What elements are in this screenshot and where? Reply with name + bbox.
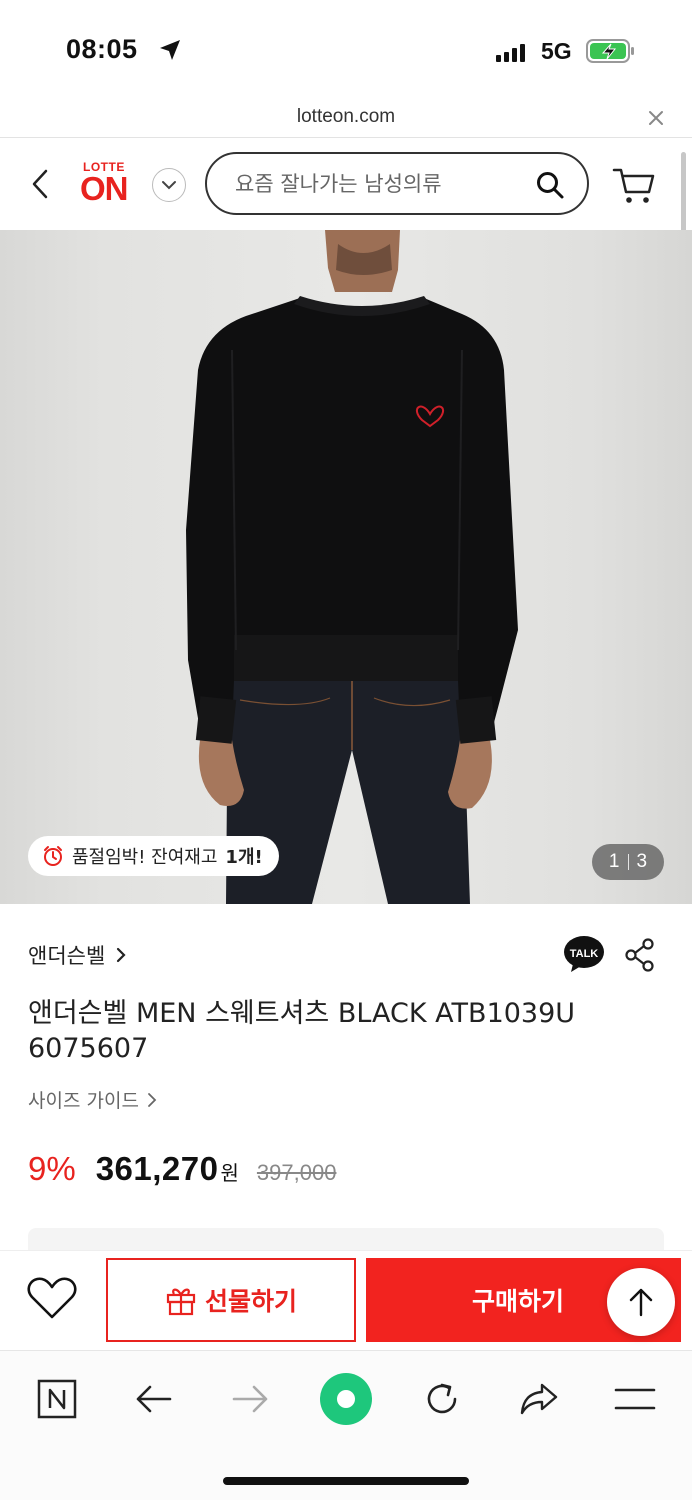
pager-separator xyxy=(627,854,629,870)
sale-price: 361,270 xyxy=(95,1150,219,1187)
browser-toolbar xyxy=(0,1350,692,1500)
discount-rate: 9% xyxy=(28,1150,76,1187)
heart-icon[interactable] xyxy=(26,1275,78,1321)
talk-label: TALK xyxy=(570,948,599,960)
arrow-up-icon xyxy=(629,1288,653,1317)
battery-charging-icon xyxy=(586,39,634,63)
pager-total: 3 xyxy=(636,851,648,872)
low-stock-text: 품절임박! 잔여재고 xyxy=(72,847,218,868)
brand-link[interactable]: 앤더슨벨 xyxy=(28,940,127,970)
size-guide-label[interactable]: 사이즈 가이드 xyxy=(28,1086,139,1113)
product-image-gallery[interactable]: 품절임박! 잔여재고 1개! 1 3 xyxy=(0,230,692,904)
chevron-down-icon xyxy=(162,181,176,190)
network-label: 5G xyxy=(541,38,572,64)
brand-name[interactable]: 앤더슨벨 xyxy=(28,940,105,970)
green-dot-icon[interactable] xyxy=(318,1371,374,1427)
image-pager: 1 3 xyxy=(592,844,664,880)
buy-button-label: 구매하기 xyxy=(472,1287,565,1316)
status-bar: 08:05 5G xyxy=(0,0,692,100)
original-price: 397,000 xyxy=(256,1160,337,1185)
arrow-right-icon[interactable] xyxy=(230,1379,270,1419)
search-input[interactable] xyxy=(235,168,525,200)
signal-icon xyxy=(496,42,525,62)
site-header: LOTTE ON xyxy=(0,138,692,230)
share-icon[interactable] xyxy=(624,938,656,972)
size-guide-link[interactable]: 사이즈 가이드 xyxy=(28,1086,157,1113)
status-time: 08:05 xyxy=(66,34,138,64)
url-text[interactable]: lotteon.com xyxy=(0,106,692,128)
cart-icon[interactable] xyxy=(612,166,656,206)
pager-current: 1 xyxy=(608,851,620,872)
chevron-right-icon xyxy=(117,947,126,963)
talk-icon: TALK xyxy=(564,936,604,972)
gift-button-label: 선물하기 xyxy=(204,1287,297,1316)
currency-unit: 원 xyxy=(220,1161,239,1185)
refresh-icon[interactable] xyxy=(422,1379,462,1419)
product-photo xyxy=(186,230,518,904)
product-title: 앤더슨벨 MEN 스웨트셔츠 BLACK ATB1039U 6075607 xyxy=(28,998,576,1064)
talk-button[interactable]: TALK xyxy=(563,934,605,974)
arrow-left-icon[interactable] xyxy=(134,1379,174,1419)
home-indicator xyxy=(223,1477,469,1485)
low-stock-count: 1개! xyxy=(225,847,263,868)
back-chevron-icon[interactable] xyxy=(28,168,52,200)
info-panel-top xyxy=(28,1228,664,1252)
gift-icon xyxy=(166,1288,196,1316)
category-dropdown-button[interactable] xyxy=(152,168,186,202)
logo-main-text: ON xyxy=(80,170,128,207)
menu-icon[interactable] xyxy=(614,1379,656,1419)
location-arrow-icon xyxy=(160,40,180,60)
purchase-action-bar: 선물하기 구매하기 xyxy=(0,1250,692,1350)
search-box[interactable] xyxy=(205,152,589,215)
gift-button[interactable]: 선물하기 xyxy=(106,1258,356,1342)
naver-n-icon[interactable] xyxy=(37,1379,77,1419)
scroll-top-button[interactable] xyxy=(607,1268,675,1336)
price-row: 9% 361,270 원 397,000 xyxy=(28,1150,336,1188)
url-bar[interactable]: lotteon.com xyxy=(0,100,692,138)
alarm-clock-icon xyxy=(44,846,62,866)
close-icon[interactable] xyxy=(646,108,666,128)
lotteon-logo[interactable]: LOTTE ON xyxy=(80,160,136,208)
search-icon[interactable] xyxy=(535,170,565,200)
low-stock-badge: 품절임박! 잔여재고 1개! xyxy=(28,836,279,876)
chevron-right-icon xyxy=(148,1092,157,1107)
share-arrow-icon[interactable] xyxy=(518,1379,560,1419)
